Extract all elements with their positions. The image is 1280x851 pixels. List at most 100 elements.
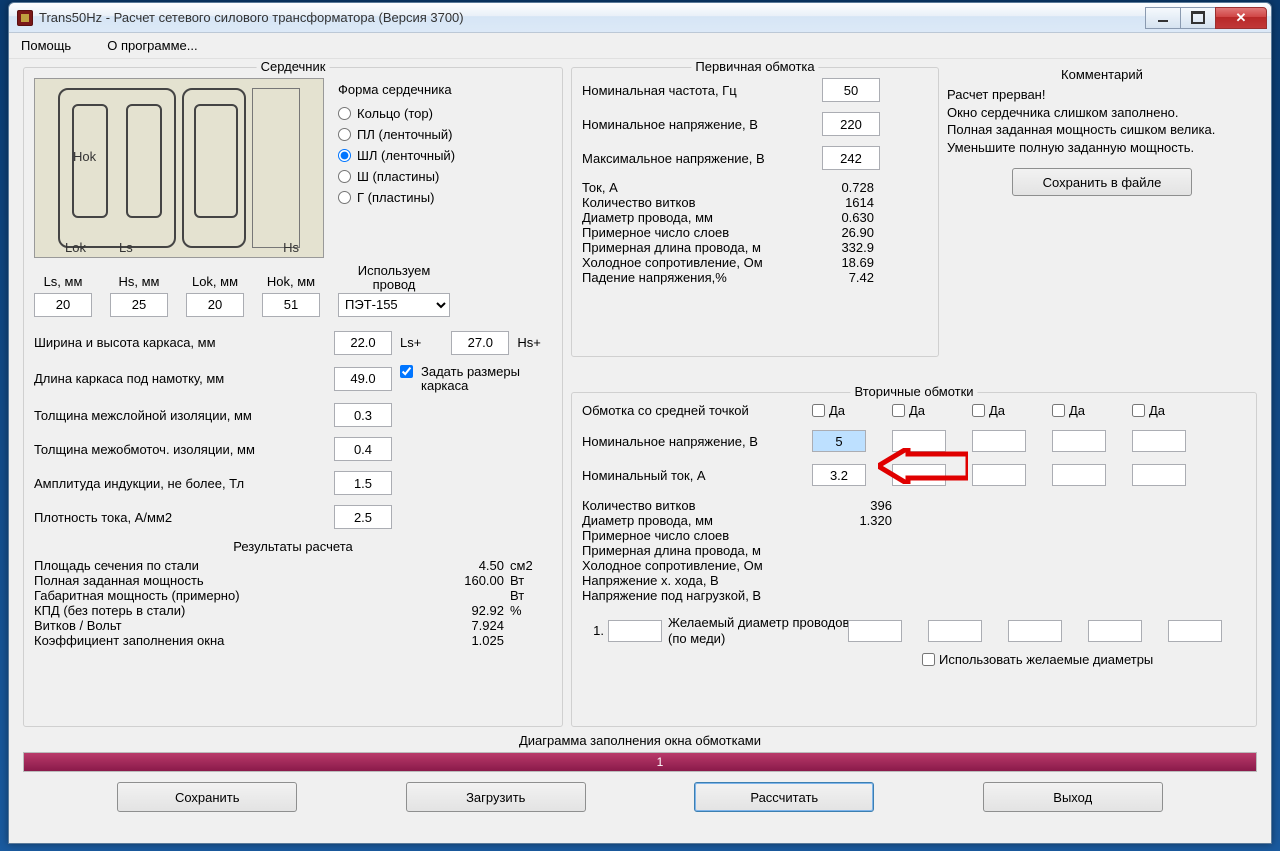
frame-len-input[interactable]: [334, 367, 392, 391]
fill-progress: 1: [23, 752, 1257, 772]
sec-vnom-5[interactable]: [1132, 430, 1186, 452]
frame-wh-label: Ширина и высота каркаса, мм: [34, 335, 334, 350]
core-group: Сердечник Hok Lok Ls Hs Форма сердечника…: [23, 67, 563, 727]
induction-input[interactable]: [334, 471, 392, 495]
interwind-input[interactable]: [334, 437, 392, 461]
comment-legend: Комментарий: [947, 67, 1257, 82]
label-hok: Hok: [73, 149, 96, 164]
midtap-chk-4[interactable]: Да: [1052, 403, 1114, 418]
hok-label: Hok, мм: [262, 274, 320, 289]
wire-label2: провод: [373, 277, 416, 292]
save-file-button[interactable]: Сохранить в файле: [1012, 168, 1192, 196]
ls-label: Ls, мм: [34, 274, 92, 289]
app-icon: [17, 10, 33, 26]
lok-label: Lok, мм: [186, 274, 244, 289]
hs-input[interactable]: [110, 293, 168, 317]
sec-inom-4[interactable]: [1052, 464, 1106, 486]
core-diagram: Hok Lok Ls Hs: [34, 78, 324, 258]
sec-vnom-4[interactable]: [1052, 430, 1106, 452]
sec-vnom-1[interactable]: [812, 430, 866, 452]
results-header: Результаты расчета: [34, 539, 552, 554]
hok-input[interactable]: [262, 293, 320, 317]
label-hs: Hs: [283, 240, 299, 255]
secondary-group: Вторичные обмотки Обмотка со средней точ…: [571, 392, 1257, 727]
wish-d-2[interactable]: [928, 620, 982, 642]
vmax-label: Максимальное напряжение, В: [582, 151, 822, 166]
exit-button[interactable]: Выход: [983, 782, 1163, 812]
frame-w-sfx: Ls+: [400, 335, 421, 350]
diagram-label: Диаграмма заполнения окна обмотками: [23, 733, 1257, 748]
induction-label: Амплитуда индукции, не более, Тл: [34, 476, 334, 491]
radio-ring[interactable]: Кольцо (тор): [338, 103, 552, 124]
sec-inom-5[interactable]: [1132, 464, 1186, 486]
freq-input[interactable]: [822, 78, 880, 102]
calc-button[interactable]: Рассчитать: [694, 782, 874, 812]
radio-g[interactable]: Г (пластины): [338, 187, 552, 208]
hs-label: Hs, мм: [110, 274, 168, 289]
density-input[interactable]: [334, 505, 392, 529]
radio-pl[interactable]: ПЛ (ленточный): [338, 124, 552, 145]
ls-input[interactable]: [34, 293, 92, 317]
core-shape-form: Форма сердечника Кольцо (тор) ПЛ (ленточ…: [338, 78, 552, 258]
lok-input[interactable]: [186, 293, 244, 317]
vnom-label: Номинальное напряжение, В: [582, 117, 822, 132]
sec-inom-3[interactable]: [972, 464, 1026, 486]
midtap-chk-2[interactable]: Да: [892, 403, 954, 418]
close-button[interactable]: ✕: [1215, 7, 1267, 29]
wish-d-1[interactable]: [848, 620, 902, 642]
sec-vnom-2[interactable]: [892, 430, 946, 452]
set-frame-label: Задать размеры каркаса: [421, 365, 552, 394]
vmax-input[interactable]: [822, 146, 880, 170]
sec-inom-1[interactable]: [812, 464, 866, 486]
comment-group: Комментарий Расчет прерван!Окно сердечни…: [947, 67, 1257, 382]
primary-legend: Первичная обмотка: [691, 59, 818, 74]
interlayer-label: Толщина межслойной изоляции, мм: [34, 408, 334, 423]
secondary-legend: Вторичные обмотки: [850, 384, 977, 399]
wish-d-5[interactable]: [1168, 620, 1222, 642]
interwind-label: Толщина межобмоточ. изоляции, мм: [34, 442, 334, 457]
frame-h-sfx: Hs+: [517, 335, 540, 350]
radio-shl[interactable]: ШЛ (ленточный): [338, 145, 552, 166]
sec-vnom-3[interactable]: [972, 430, 1026, 452]
wish-d-3[interactable]: [1008, 620, 1062, 642]
sec-inom-label: Номинальный ток, А: [582, 468, 812, 483]
use-wish-checkbox[interactable]: [922, 653, 935, 666]
wire-select[interactable]: ПЭТ-155: [338, 293, 450, 317]
minimize-button[interactable]: [1145, 7, 1181, 29]
save-button[interactable]: Сохранить: [117, 782, 297, 812]
client-area: Сердечник Hok Lok Ls Hs Форма сердечника…: [9, 59, 1271, 843]
freq-label: Номинальная частота, Гц: [582, 83, 822, 98]
window-title: Trans50Hz - Расчет сетевого силового тра…: [39, 10, 1146, 25]
sec-vnom-label: Номинальное напряжение, В: [582, 434, 812, 449]
wish-d-4[interactable]: [1088, 620, 1142, 642]
results-grid: Площадь сечения по стали4.50см2 Полная з…: [34, 558, 552, 648]
midtap-chk-5[interactable]: Да: [1132, 403, 1194, 418]
load-button[interactable]: Загрузить: [406, 782, 586, 812]
use-wish-label: Использовать желаемые диаметры: [939, 652, 1153, 667]
maximize-button[interactable]: [1180, 7, 1216, 29]
comment-text: Расчет прерван!Окно сердечника слишком з…: [947, 86, 1257, 156]
menu-about[interactable]: О программе...: [103, 36, 201, 55]
label-lok: Lok: [65, 240, 86, 255]
density-label: Плотность тока, А/мм2: [34, 510, 334, 525]
wish-num: 1.: [582, 623, 604, 638]
label-ls: Ls: [119, 240, 133, 255]
set-frame-checkbox[interactable]: [400, 365, 413, 378]
frame-len-label: Длина каркаса под намотку, мм: [34, 371, 334, 386]
wire-label1: Используем: [358, 263, 431, 278]
midtap-chk-3[interactable]: Да: [972, 403, 1034, 418]
sec-inom-2[interactable]: [892, 464, 946, 486]
menubar: Помощь О программе...: [9, 33, 1271, 59]
wish-input-0[interactable]: [608, 620, 662, 642]
midtap-label: Обмотка со средней точкой: [582, 403, 812, 418]
frame-w-input[interactable]: [334, 331, 392, 355]
frame-h-input[interactable]: [451, 331, 509, 355]
app-window: Trans50Hz - Расчет сетевого силового тра…: [8, 2, 1272, 844]
menu-help[interactable]: Помощь: [17, 36, 75, 55]
wish-label: Желаемый диаметр проводов (по меди): [668, 615, 856, 646]
primary-group: Первичная обмотка Номинальная частота, Г…: [571, 67, 939, 357]
midtap-chk-1[interactable]: Да: [812, 403, 874, 418]
radio-sh[interactable]: Ш (пластины): [338, 166, 552, 187]
vnom-input[interactable]: [822, 112, 880, 136]
interlayer-input[interactable]: [334, 403, 392, 427]
